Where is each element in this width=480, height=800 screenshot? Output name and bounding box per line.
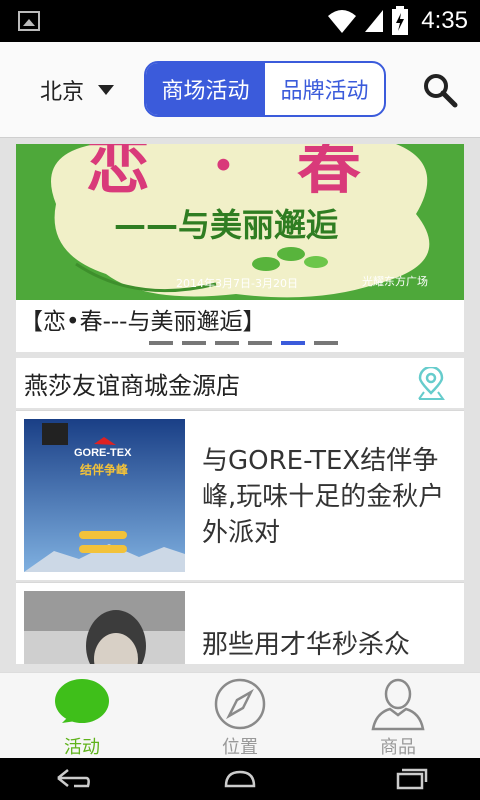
dropdown-arrow-icon — [98, 85, 115, 95]
city-label: 北京 — [40, 80, 85, 105]
carousel-dot — [215, 341, 239, 345]
back-icon[interactable] — [52, 766, 92, 792]
recent-apps-icon[interactable] — [392, 766, 432, 792]
system-nav-bar — [0, 758, 480, 800]
city-selector[interactable]: 北京 — [40, 74, 115, 106]
mall-name: 燕莎友谊商城金源店 — [24, 372, 240, 400]
status-bar: 4:35 — [0, 0, 480, 42]
article-title: 与GORE-TEX结伴争峰,玩味十足的金秋户外派对 — [202, 446, 445, 548]
carousel-indicator — [149, 341, 338, 345]
image-notification-icon — [18, 11, 40, 31]
wifi-icon — [328, 10, 357, 33]
article-title: 那些用才华秒杀众 — [202, 630, 411, 660]
thumbnail-slogan-text: 结伴争峰 — [80, 463, 129, 477]
carousel-dot — [314, 341, 338, 345]
tab-mall-activities[interactable]: 商场活动 — [146, 63, 265, 115]
nav-tab-activities[interactable]: 活动 — [22, 673, 142, 759]
promo-banner[interactable]: 恋 · 春 ——与美丽邂逅 2014年3月7日-3月20日 光耀东方广场 【恋•… — [16, 144, 464, 352]
nav-tab-location[interactable]: 位置 — [180, 673, 300, 759]
compass-icon — [214, 678, 266, 730]
banner-art-date: 2014年3月7日-3月20日 — [176, 277, 298, 290]
thumbnail-brand-text: GORE-TEX — [74, 447, 132, 459]
nav-tab-label: 位置 — [222, 737, 258, 758]
carousel-dot — [149, 341, 173, 345]
tab-brand-activities[interactable]: 品牌活动 — [265, 63, 384, 115]
battery-icon — [392, 6, 409, 35]
chat-bubble-icon — [55, 679, 109, 723]
top-bar: 北京 商场活动 品牌活动 — [0, 42, 480, 138]
carousel-dot — [248, 341, 272, 345]
list-item[interactable]: 那些用才华秒杀众 — [16, 582, 464, 664]
banner-art-headline: 恋 · 春 — [86, 144, 381, 203]
signal-icon — [365, 10, 384, 32]
activity-type-toggle: 商场活动 品牌活动 — [144, 61, 386, 117]
location-pin-icon[interactable] — [416, 367, 446, 401]
banner-art-brand: 光耀东方广场 — [362, 275, 428, 288]
list-item[interactable]: GORE-TEX 结伴争峰 与GORE-TEX结伴争峰,玩味十足的金秋户外派对 — [16, 410, 464, 580]
home-icon[interactable] — [220, 766, 260, 792]
nav-tab-products[interactable]: 商品 — [338, 673, 458, 759]
carousel-dot — [182, 341, 206, 345]
nav-tab-label: 活动 — [64, 737, 100, 758]
person-icon — [371, 678, 425, 731]
article-thumbnail: GORE-TEX 结伴争峰 — [24, 419, 185, 572]
carousel-dot-active — [281, 341, 305, 345]
search-icon[interactable] — [422, 72, 458, 108]
bottom-nav: 活动 位置 商品 — [0, 672, 480, 758]
banner-image: 恋 · 春 ——与美丽邂逅 2014年3月7日-3月20日 光耀东方广场 — [16, 144, 464, 300]
clock: 4:35 — [421, 7, 468, 34]
article-thumbnail — [24, 591, 185, 664]
banner-art-subtitle: ——与美丽邂逅 — [114, 206, 339, 244]
mall-header[interactable]: 燕莎友谊商城金源店 — [16, 358, 464, 408]
nav-tab-label: 商品 — [380, 737, 416, 758]
